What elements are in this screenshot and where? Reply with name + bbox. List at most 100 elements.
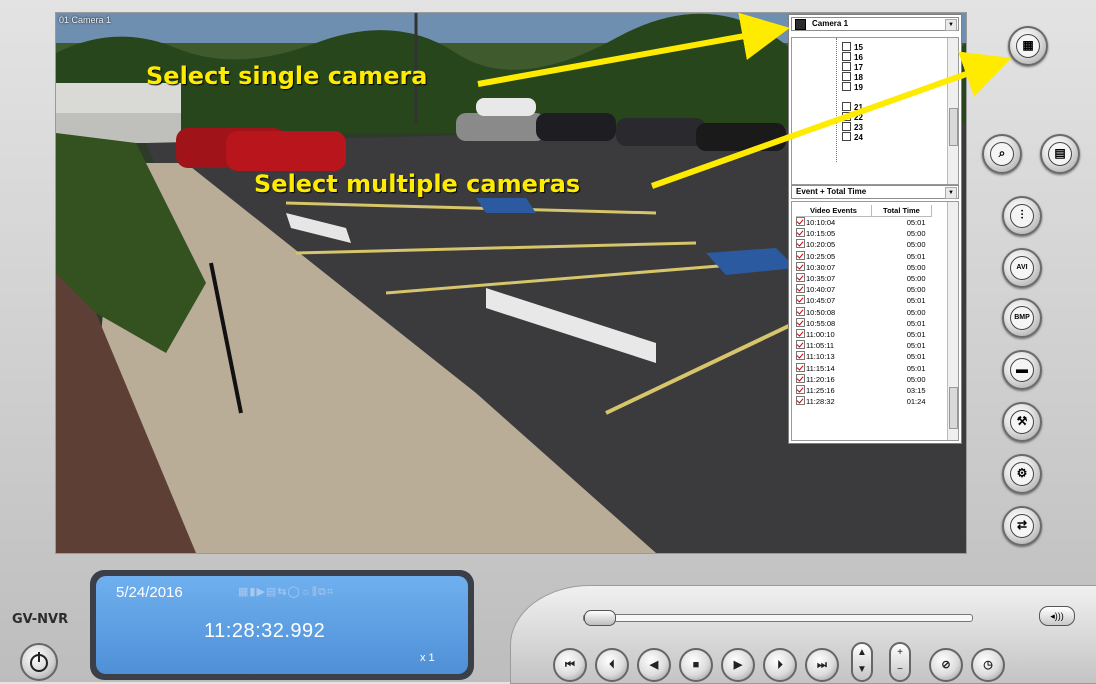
event-checkbox[interactable] xyxy=(796,217,805,227)
event-checkbox[interactable] xyxy=(796,351,805,361)
event-checkbox[interactable] xyxy=(796,284,805,294)
power-button[interactable] xyxy=(20,643,58,681)
column-header-video-events[interactable]: Video Events xyxy=(796,205,872,217)
tree-connector xyxy=(836,38,837,162)
timeline-slider[interactable] xyxy=(583,610,973,626)
settings-sliders-button[interactable]: ⫶ xyxy=(1002,196,1042,236)
event-checkbox[interactable] xyxy=(796,261,805,271)
print-button[interactable]: ▬ xyxy=(1002,350,1042,390)
event-time: 10:30:07 xyxy=(806,262,836,272)
event-time: 11:20:16 xyxy=(806,374,835,384)
camera-icon xyxy=(842,52,851,61)
event-checkbox[interactable] xyxy=(796,306,805,316)
step-back-button[interactable]: ◀ xyxy=(637,648,671,682)
event-time-cell: 10:30:07 xyxy=(796,261,871,273)
play-button[interactable]: ▶ xyxy=(721,648,755,682)
event-row[interactable]: 11:05:11 05:01 xyxy=(796,340,932,351)
event-time: 11:05:11 xyxy=(806,341,835,351)
timeline-thumb[interactable] xyxy=(584,610,616,626)
tools-button[interactable]: ⚒ xyxy=(1002,402,1042,442)
event-time-cell: 11:15:14 xyxy=(796,362,871,373)
camera-list-icon xyxy=(795,19,806,30)
event-row[interactable]: 11:10:13 05:01 xyxy=(796,351,932,362)
config-button[interactable]: ⚙ xyxy=(1002,454,1042,494)
events-scrollbar[interactable] xyxy=(947,202,958,440)
search-button[interactable]: ⌕ xyxy=(982,134,1022,174)
event-checkbox[interactable] xyxy=(796,250,805,260)
event-mode-select[interactable]: Event + Total Time ▼ xyxy=(791,185,959,199)
event-time-cell: 10:55:08 xyxy=(796,317,871,329)
previous-icon: ⏴ xyxy=(609,659,615,671)
event-row[interactable]: 11:00:10 05:01 xyxy=(796,328,932,340)
skip-end-button[interactable]: ⏭ xyxy=(805,648,839,682)
camera-tree-item[interactable]: 17 xyxy=(842,62,863,72)
clock-button[interactable]: ◷ xyxy=(971,648,1005,682)
camera-tree-item[interactable]: 18 xyxy=(842,72,863,82)
camera-tree[interactable]: 15 16 17 18 19 21 22 23 24 xyxy=(791,37,959,185)
tree-scrollbar[interactable] xyxy=(947,38,958,184)
camera-tree-item[interactable]: 19 xyxy=(842,82,863,92)
multi-camera-button[interactable]: ▦ xyxy=(1008,26,1048,66)
skip-start-button[interactable]: ⏮ xyxy=(553,648,587,682)
event-row[interactable]: 10:30:07 05:00 xyxy=(796,261,932,273)
camera-icon xyxy=(842,102,851,111)
column-header-total-time[interactable]: Total Time xyxy=(871,205,933,217)
event-row[interactable]: 10:45:07 05:01 xyxy=(796,295,932,306)
scrollbar-thumb[interactable] xyxy=(949,387,958,429)
next-button[interactable]: ⏵ xyxy=(763,648,797,682)
event-row[interactable]: 10:55:08 05:01 xyxy=(796,317,932,329)
export-button[interactable]: ⇄ xyxy=(1002,506,1042,546)
camera-tree-item[interactable]: 24 xyxy=(842,132,863,142)
event-checkbox[interactable] xyxy=(796,228,805,238)
previous-button[interactable]: ⏴ xyxy=(595,648,629,682)
event-checkbox[interactable] xyxy=(796,295,805,305)
event-checkbox[interactable] xyxy=(796,384,805,394)
event-checkbox[interactable] xyxy=(796,239,805,249)
event-duration: 05:01 xyxy=(906,352,926,362)
camera-tree-item[interactable]: 16 xyxy=(842,52,863,62)
zoom-plusminus-button[interactable]: + − xyxy=(889,642,911,682)
chevron-down-icon[interactable]: ▼ xyxy=(945,19,957,31)
event-row[interactable]: 10:35:07 05:00 xyxy=(796,273,932,284)
camera-tree-item[interactable]: 23 xyxy=(842,122,863,132)
list-button[interactable]: ▤ xyxy=(1040,134,1080,174)
status-icons: ▦▮▶▤⇆◯☼⫼⧉⌗ xyxy=(238,586,335,598)
speed-updown-button[interactable]: ▲ ▼ xyxy=(851,642,873,682)
event-row[interactable]: 10:25:05 05:01 xyxy=(796,250,932,262)
event-row[interactable]: 10:10:04 05:01 xyxy=(796,217,932,229)
audio-toggle-button[interactable]: ◂))) xyxy=(1039,606,1075,626)
event-checkbox[interactable] xyxy=(796,373,805,383)
event-mode-value: Event + Total Time xyxy=(796,187,867,196)
event-checkbox[interactable] xyxy=(796,362,805,372)
camera-tree-item[interactable]: 15 xyxy=(842,42,863,52)
event-checkbox[interactable] xyxy=(796,273,805,283)
event-row[interactable]: 10:50:08 05:00 xyxy=(796,306,932,318)
event-row[interactable]: 10:15:05 05:00 xyxy=(796,228,932,239)
camera-icon xyxy=(842,122,851,131)
camera-tree-label: 24 xyxy=(854,133,863,142)
event-checkbox[interactable] xyxy=(796,328,805,338)
event-checkbox[interactable] xyxy=(796,317,805,327)
audio-button[interactable]: ⊘ xyxy=(929,648,963,682)
camera-tree-label: 17 xyxy=(854,63,863,72)
event-row[interactable]: 10:40:07 05:00 xyxy=(796,284,932,295)
event-checkbox[interactable] xyxy=(796,396,805,406)
event-row[interactable]: 11:25:16 03:15 xyxy=(796,384,932,396)
event-row[interactable]: 10:20:05 05:00 xyxy=(796,239,932,250)
camera-tree-item[interactable]: 21 xyxy=(842,102,863,112)
event-row[interactable]: 11:15:14 05:01 xyxy=(796,362,932,373)
camera-select[interactable]: Camera 1 ▼ xyxy=(791,17,959,31)
save-avi-button[interactable]: AVI xyxy=(1002,248,1042,288)
events-list[interactable]: Video Events Total Time 10:10:04 05:01 10:… xyxy=(791,201,959,441)
event-row[interactable]: 11:28:32 01:24 xyxy=(796,396,932,407)
camera-tree-item[interactable]: 22 xyxy=(842,112,863,122)
stop-button[interactable]: ■ xyxy=(679,648,713,682)
chevron-down-icon[interactable]: ▼ xyxy=(945,187,957,199)
event-duration: 05:01 xyxy=(906,318,926,328)
event-duration: 05:00 xyxy=(906,374,926,384)
event-checkbox[interactable] xyxy=(796,340,805,350)
scrollbar-thumb[interactable] xyxy=(949,108,958,146)
event-row[interactable]: 11:20:16 05:00 xyxy=(796,373,932,385)
save-bmp-icon: BMP xyxy=(1010,306,1034,330)
save-bmp-button[interactable]: BMP xyxy=(1002,298,1042,338)
